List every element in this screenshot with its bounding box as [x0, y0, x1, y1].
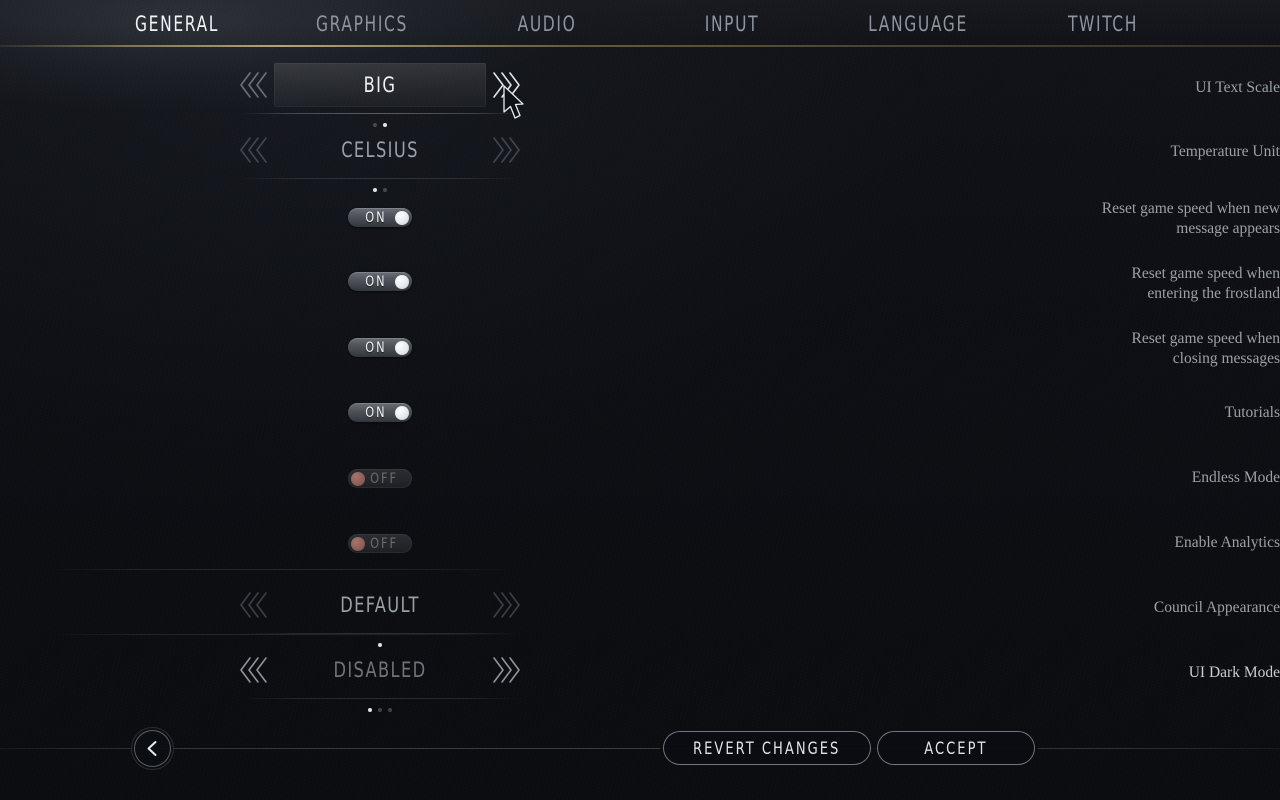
selector-dots [240, 123, 520, 127]
selector-value-ui-text-scale: BIG [363, 73, 397, 97]
chevron-left-icon [147, 741, 157, 756]
selector-ui-dark-mode[interactable]: DISABLED [240, 648, 520, 712]
selector-dots [240, 708, 520, 712]
selector-dot [373, 123, 377, 127]
label-ui-dark-mode: UI Dark Mode [1188, 664, 1280, 681]
tab-input[interactable]: INPUT [677, 0, 787, 47]
label-council-appearance: Council Appearance [1153, 599, 1280, 616]
toggle-knob [351, 536, 365, 551]
label-endless-mode: Endless Mode [1191, 469, 1280, 486]
toggle-tutorials[interactable]: ON [348, 403, 412, 422]
selector-dot [383, 188, 387, 192]
toggle-knob [395, 274, 409, 289]
selector-dot [388, 708, 392, 712]
revert-changes-label: REVERT CHANGES [693, 738, 841, 758]
toggle-reset-speed-closing-messages[interactable]: ON [348, 338, 412, 357]
accept-button[interactable]: ACCEPT [877, 731, 1035, 765]
accept-label: ACCEPT [924, 738, 988, 758]
toggle-reset-speed-new-message[interactable]: ON [348, 208, 412, 227]
selector-council-appearance[interactable]: DEFAULT [240, 583, 520, 647]
row-divider [50, 634, 516, 635]
label-temperature-unit: Temperature Unit [1170, 143, 1280, 160]
selector-temperature-unit[interactable]: CELSIUS [240, 128, 520, 192]
settings-screen: GENERAL GRAPHICS AUDIO INPUT LANGUAGE TWITCH … [0, 0, 1280, 800]
selector-value-council-appearance: DEFAULT [340, 593, 420, 617]
tab-audio[interactable]: AUDIO [492, 0, 602, 47]
selector-underline [240, 698, 520, 699]
selector-value-ui-dark-mode: DISABLED [333, 658, 427, 682]
toggle-knob [395, 405, 409, 420]
selector-dot [378, 708, 382, 712]
label-reset-speed-new-message: Reset game speed when new message appear… [1101, 200, 1280, 237]
selector-dots [240, 188, 520, 192]
tab-language[interactable]: LANGUAGE [862, 0, 974, 47]
selector-dot [373, 188, 377, 192]
toggle-enable-analytics[interactable]: OFF [348, 534, 412, 553]
back-button[interactable] [131, 727, 174, 770]
selector-dot [378, 643, 382, 647]
toggle-endless-mode[interactable]: OFF [348, 469, 412, 488]
tab-general[interactable]: GENERAL [122, 0, 232, 47]
selector-dot [368, 708, 372, 712]
selector-dots [240, 643, 520, 647]
label-enable-analytics: Enable Analytics [1174, 534, 1280, 551]
label-reset-speed-closing-messages: Reset game speed when closing messages [1131, 330, 1280, 367]
footer-divider-line [0, 748, 1280, 749]
label-ui-text-scale: UI Text Scale [1195, 79, 1280, 96]
label-tutorials: Tutorials [1224, 404, 1280, 421]
toggle-knob [351, 471, 365, 486]
selector-ui-text-scale[interactable]: BIG [240, 63, 520, 127]
selector-dot [383, 123, 387, 127]
selector-value-temperature-unit: CELSIUS [341, 138, 419, 162]
revert-changes-button[interactable]: REVERT CHANGES [663, 731, 871, 765]
toggle-reset-speed-frostland[interactable]: ON [348, 272, 412, 291]
label-reset-speed-frostland: Reset game speed when entering the frost… [1131, 265, 1280, 302]
selector-underline [240, 178, 520, 179]
row-divider [50, 569, 516, 570]
toggle-knob [395, 210, 409, 225]
toggle-knob [395, 340, 409, 355]
tab-twitch[interactable]: TWITCH [1048, 0, 1158, 47]
tab-graphics[interactable]: GRAPHICS [307, 0, 417, 47]
settings-tab-bar: GENERAL GRAPHICS AUDIO INPUT LANGUAGE TWITCH [0, 0, 1280, 47]
selector-underline [240, 113, 520, 114]
